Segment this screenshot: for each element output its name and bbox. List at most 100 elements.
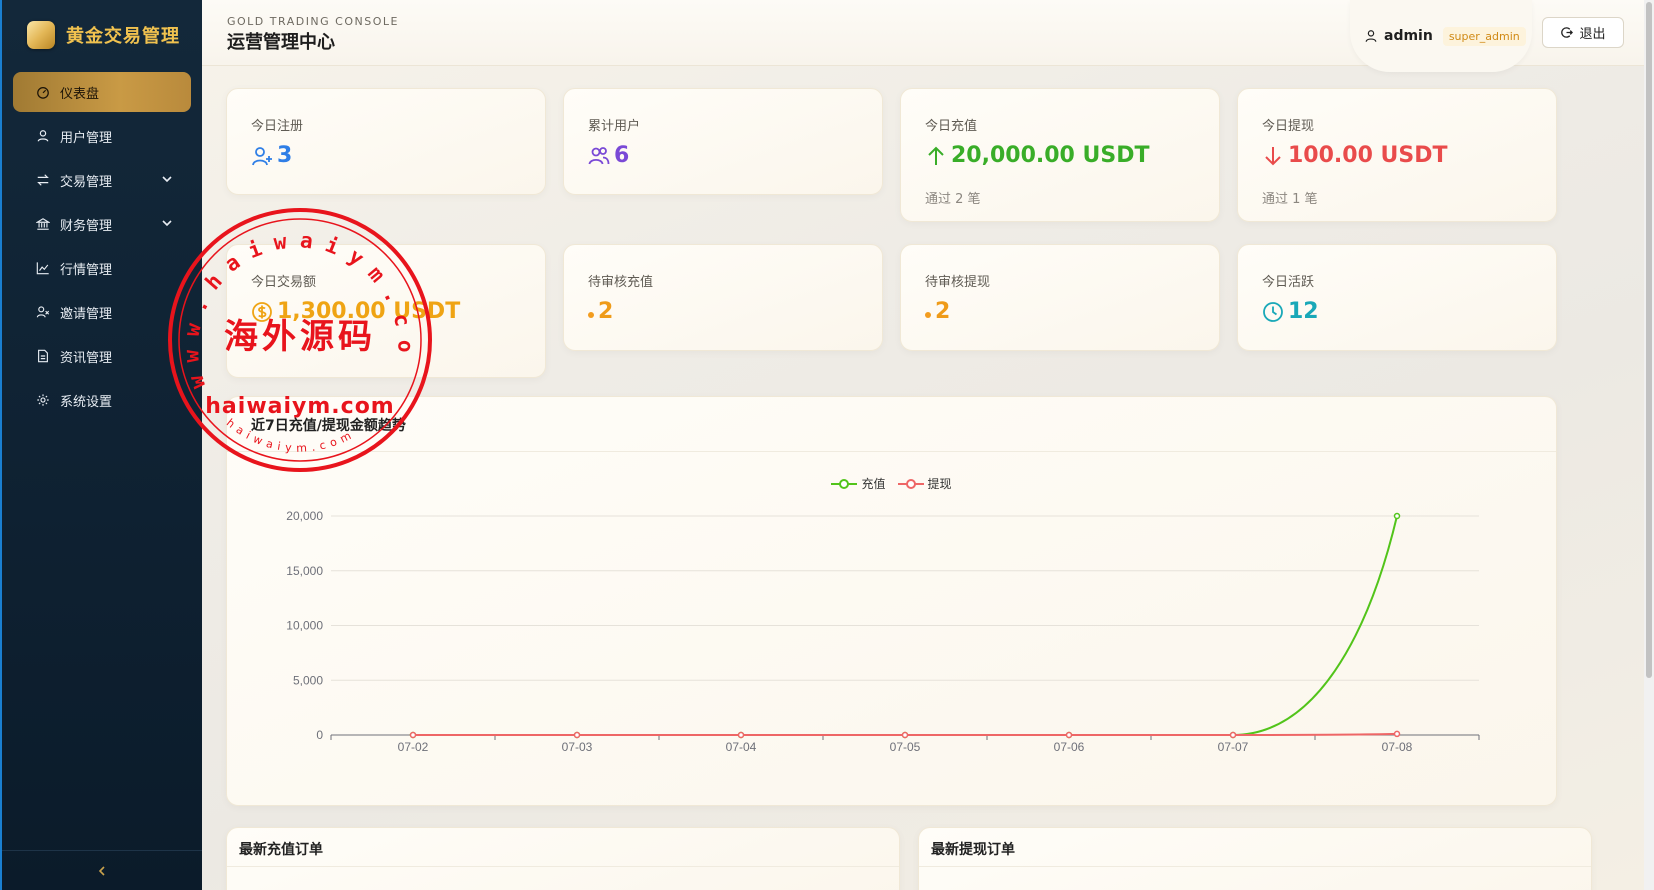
status-dot: [588, 311, 594, 318]
stat-value-text: 6: [614, 143, 630, 168]
logout-icon: [1561, 27, 1574, 38]
stat-value-text: 12: [1288, 299, 1319, 324]
chevron-down-icon: [162, 176, 172, 183]
user-icon: [1365, 30, 1377, 42]
users-icon: [588, 146, 610, 164]
stat-label: 今日注册: [251, 119, 304, 134]
stat-value-text: 3: [277, 143, 293, 168]
user-add-icon: [252, 146, 272, 165]
recent-recharge-card: 最新充值订单: [226, 827, 900, 890]
stat-label: 今日活跃: [1262, 275, 1315, 290]
stat-value: 6: [588, 143, 629, 168]
sidebar-item-label: 交易管理: [60, 174, 113, 190]
stat-label: 待审核充值: [588, 275, 654, 290]
legend-label: 提现: [927, 477, 952, 491]
stat-value-text: 2: [598, 299, 614, 324]
y-tick-label: 20,000: [286, 509, 323, 523]
page-scrollbar[interactable]: [1644, 0, 1654, 890]
arrow-up-icon: [928, 146, 944, 165]
stat-label: 今日充值: [925, 119, 978, 134]
brand-title: 黄金交易管理: [66, 26, 180, 47]
data-point: [1393, 730, 1401, 738]
sidebar-item-label: 系统设置: [60, 394, 113, 410]
stat-sub: 通过 1 笔: [1262, 192, 1318, 207]
watermark-center-text: 海外源码: [224, 317, 376, 357]
exchange-icon: [36, 173, 50, 187]
watermark-outer-text: www.haiwaiym.com: [166, 206, 418, 392]
stat-value: 20,000.00 USDT: [925, 143, 1150, 168]
invite-icon: [36, 305, 50, 319]
stat-card-pending-recharge: 待审核充值 2: [563, 244, 883, 351]
data-point: [573, 731, 581, 739]
stat-card-today-withdraw: 今日提现 100.00 USDT 通过 1 笔: [1237, 88, 1557, 222]
stat-value: 2: [925, 299, 950, 324]
bank-icon: [36, 217, 50, 231]
gear-icon: [36, 393, 50, 407]
user-chip[interactable]: admin super_admin: [1350, 0, 1532, 72]
stat-label: 累计用户: [588, 119, 641, 134]
x-tick-label: 07-06: [1054, 740, 1085, 754]
user-name: admin: [1384, 28, 1433, 44]
sidebar-item-label: 用户管理: [60, 130, 113, 146]
legend-item-withdraw[interactable]: 提现: [897, 475, 952, 492]
y-tick-label: 10,000: [286, 619, 323, 633]
watermark-stamp: www.haiwaiym.com 海外源码 haiwaiym.com haiwa…: [166, 206, 432, 472]
stat-value-text: 100.00 USDT: [1288, 143, 1448, 168]
sidebar-item-dashboard[interactable]: 仪表盘: [13, 72, 191, 112]
data-point: [1229, 731, 1237, 739]
stat-value-text: 2: [935, 299, 951, 324]
legend-line-marker: [897, 478, 924, 489]
x-tick-label: 07-08: [1382, 740, 1413, 754]
stat-value: 12: [1262, 299, 1319, 324]
sidebar-item-label: 财务管理: [60, 218, 113, 234]
x-tick-label: 07-03: [562, 740, 593, 754]
sidebar-item-label: 资讯管理: [60, 350, 113, 366]
user-icon: [36, 129, 50, 143]
stat-sub: 通过 2 笔: [925, 192, 981, 207]
brand-logo-icon: [27, 21, 55, 49]
line-chart-icon: [36, 261, 50, 275]
recent-withdraw-card: 最新提现订单: [918, 827, 1592, 890]
scrollbar-thumb[interactable]: [1646, 2, 1652, 678]
stat-value: 3: [251, 143, 292, 168]
data-point: [409, 731, 417, 739]
chart-legend: 充值 提现: [227, 475, 1556, 492]
sidebar-collapse-button[interactable]: [2, 850, 202, 890]
sidebar-item-market[interactable]: 行情管理: [13, 248, 191, 288]
dashboard-icon: [36, 85, 50, 99]
arrow-down-icon: [1265, 146, 1281, 165]
x-tick-label: 07-07: [1218, 740, 1249, 754]
legend-line-marker: [831, 478, 858, 489]
recent-recharge-title: 最新充值订单: [239, 842, 323, 858]
sidebar-item-finance[interactable]: 财务管理: [13, 204, 191, 244]
x-tick-label: 07-04: [726, 740, 757, 754]
stat-value: 100.00 USDT: [1262, 143, 1448, 168]
console-subtitle: GOLD TRADING CONSOLE: [227, 15, 399, 28]
clock-icon: [1263, 301, 1283, 322]
logout-label: 退出: [1579, 27, 1606, 42]
sidebar-item-settings[interactable]: 系统设置: [13, 380, 191, 420]
sidebar-item-trading[interactable]: 交易管理: [13, 160, 191, 200]
sidebar-item-label: 行情管理: [60, 262, 113, 278]
stat-card-today-recharge: 今日充值 20,000.00 USDT 通过 2 笔: [900, 88, 1220, 222]
logout-button[interactable]: 退出: [1542, 17, 1624, 48]
y-tick-label: 5,000: [293, 673, 323, 687]
page-title: 运营管理中心: [227, 32, 335, 53]
data-point: [737, 731, 745, 739]
legend-item-recharge[interactable]: 充值: [831, 475, 886, 492]
sidebar-item-news[interactable]: 资讯管理: [13, 336, 191, 376]
legend-label: 充值: [861, 477, 886, 491]
stat-label: 待审核提现: [925, 275, 991, 290]
sidebar-item-users[interactable]: 用户管理: [13, 116, 191, 156]
sidebar-item-invite[interactable]: 邀请管理: [13, 292, 191, 332]
document-icon: [36, 349, 50, 363]
status-dot: [925, 311, 931, 318]
y-tick-label: 0: [316, 728, 323, 742]
x-tick-label: 07-05: [890, 740, 921, 754]
brand[interactable]: 黄金交易管理: [2, 0, 202, 70]
sidebar-item-label: 邀请管理: [60, 306, 113, 322]
topbar: GOLD TRADING CONSOLE 运营管理中心 admin super_…: [202, 0, 1654, 72]
divider: [919, 866, 1591, 867]
role-badge: super_admin: [1442, 26, 1526, 46]
stat-card-total-users: 累计用户 6: [563, 88, 883, 195]
